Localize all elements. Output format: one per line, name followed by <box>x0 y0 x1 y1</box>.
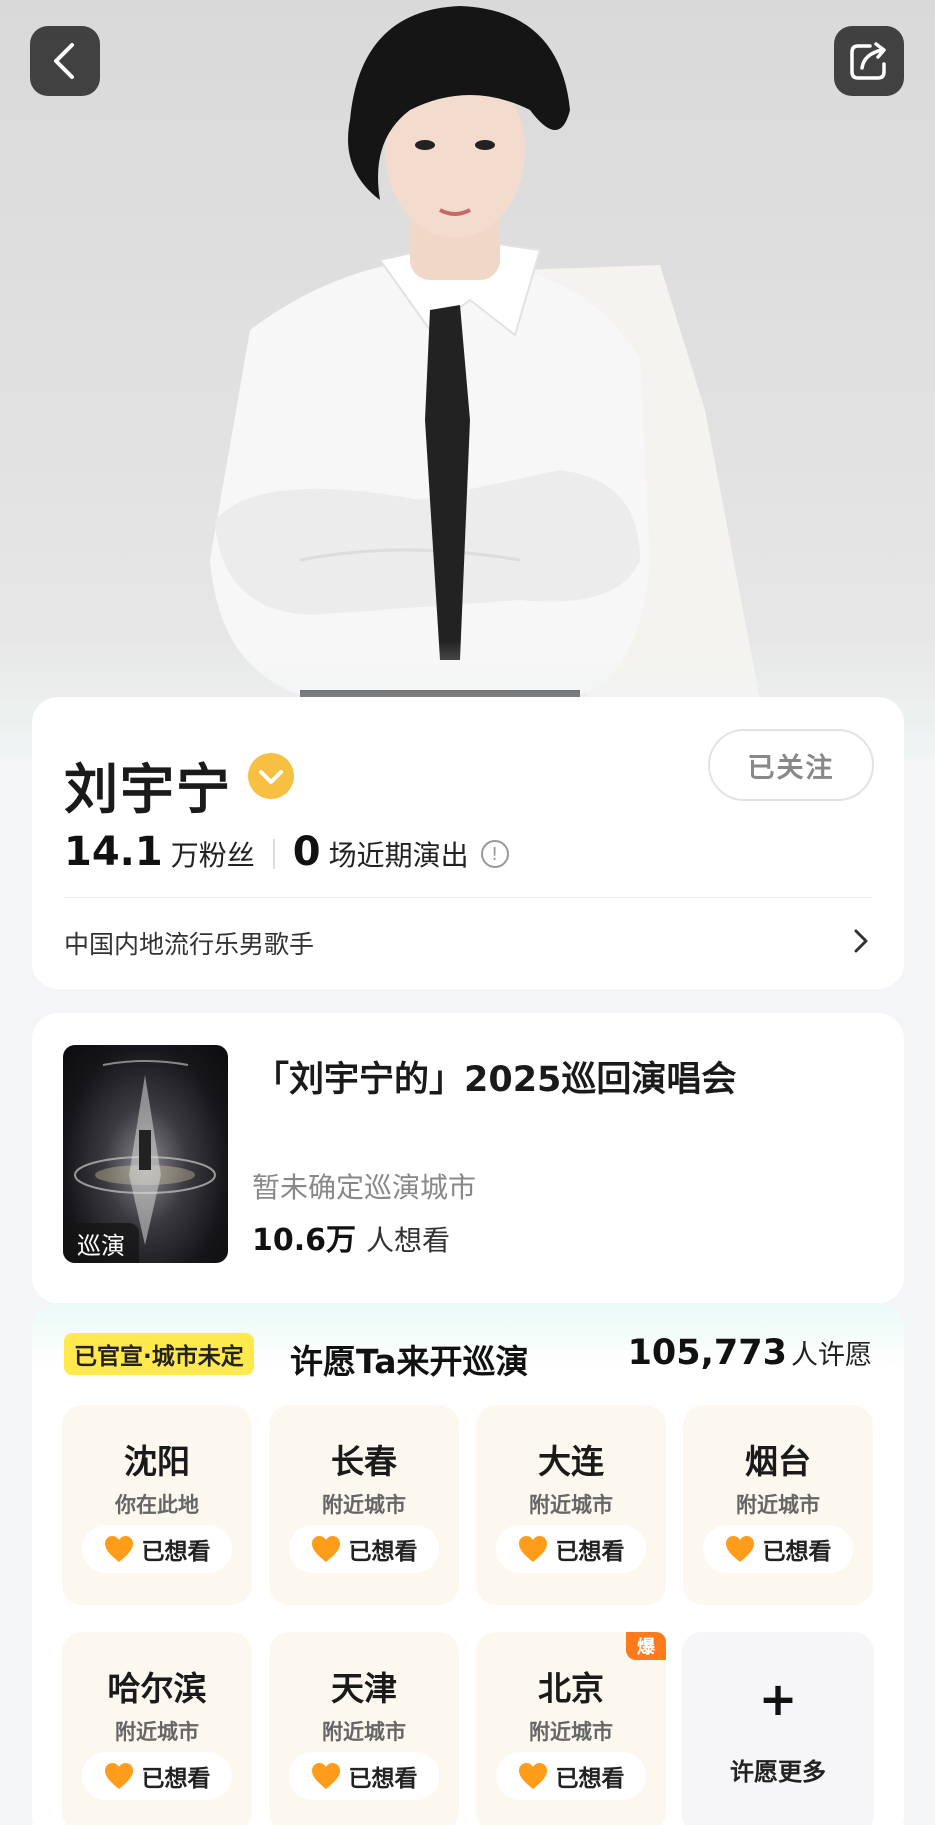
want-button[interactable]: 已想看 <box>496 1752 646 1800</box>
wish-count-number: 105,773 <box>627 1333 787 1373</box>
wish-card: 已官宣·城市未定 许愿Ta来开巡演 105,773 人许愿 沈阳 你在此地 已想… <box>32 1303 904 1825</box>
city-name: 大连 <box>538 1442 604 1481</box>
city-subtitle: 附近城市 <box>115 1720 199 1744</box>
want-label: 已想看 <box>348 1539 418 1565</box>
heart-icon <box>104 1536 133 1562</box>
want-button[interactable]: 已想看 <box>496 1525 646 1573</box>
verified-badge-icon <box>248 753 294 799</box>
wish-count-label: 人许愿 <box>791 1340 872 1371</box>
tour-card[interactable]: 巡演 「刘宇宁的」2025巡回演唱会 暂未确定巡演城市 10.6万 人想看 <box>32 1013 904 1303</box>
heart-icon <box>518 1763 547 1789</box>
back-button[interactable] <box>30 26 100 96</box>
share-button[interactable] <box>834 26 904 96</box>
wish-header: 已官宣·城市未定 许愿Ta来开巡演 105,773 人许愿 <box>64 1333 872 1381</box>
want-label: 已想看 <box>141 1539 211 1565</box>
city-name: 北京 <box>538 1669 604 1708</box>
heart-icon <box>311 1536 340 1562</box>
poster-tag: 巡演 <box>63 1223 139 1263</box>
artist-name: 刘宇宁 <box>64 758 232 821</box>
status-badge: 已官宣·城市未定 <box>64 1333 254 1375</box>
tour-city-status: 暂未确定巡演城市 <box>252 1171 477 1204</box>
tour-poster[interactable]: 巡演 <box>63 1045 228 1263</box>
city-subtitle: 附近城市 <box>322 1720 406 1744</box>
stat-divider <box>272 839 275 869</box>
share-icon <box>850 42 886 80</box>
shows-label: 场近期演出 <box>328 839 469 872</box>
city-subtitle: 附近城市 <box>529 1720 613 1744</box>
follow-button[interactable]: 已关注 <box>708 729 874 801</box>
wish-count: 105,773 人许愿 <box>628 1333 872 1373</box>
city-name: 烟台 <box>745 1442 811 1481</box>
city-name: 天津 <box>331 1669 397 1708</box>
heart-icon <box>311 1763 340 1789</box>
city-grid: 沈阳 你在此地 已想看 长春 附近城市 已想看 大连 附近城市 已想看 烟台 附… <box>62 1405 874 1825</box>
shows-count: 0 <box>292 829 321 875</box>
heart-icon <box>104 1763 133 1789</box>
heart-icon <box>725 1536 754 1562</box>
artist-genre[interactable]: 中国内地流行乐男歌手 <box>64 925 314 961</box>
city-subtitle: 你在此地 <box>115 1493 199 1517</box>
want-label: 已想看 <box>141 1766 211 1792</box>
heart-icon <box>518 1536 547 1562</box>
city-subtitle: 附近城市 <box>322 1493 406 1517</box>
chevron-right-icon[interactable] <box>852 927 870 962</box>
want-label: 已想看 <box>348 1766 418 1792</box>
want-button[interactable]: 已想看 <box>289 1525 439 1573</box>
city-card[interactable]: 哈尔滨 附近城市 已想看 <box>62 1632 252 1825</box>
city-subtitle: 附近城市 <box>529 1493 613 1517</box>
city-card[interactable]: 长春 附近城市 已想看 <box>269 1405 459 1605</box>
city-name: 长春 <box>331 1442 397 1481</box>
wish-more-label: 许愿更多 <box>730 1758 826 1786</box>
want-button[interactable]: 已想看 <box>289 1752 439 1800</box>
want-label: 已想看 <box>555 1766 625 1792</box>
wish-title: 许愿Ta来开巡演 <box>290 1342 529 1381</box>
city-card[interactable]: 天津 附近城市 已想看 <box>269 1632 459 1825</box>
city-card[interactable]: 烟台 附近城市 已想看 <box>683 1405 873 1605</box>
hot-badge: 爆 <box>626 1632 666 1660</box>
want-label: 已想看 <box>762 1539 832 1565</box>
city-name: 沈阳 <box>124 1442 190 1481</box>
plus-icon: + <box>758 1672 798 1726</box>
fans-count: 14.1 <box>64 829 163 875</box>
wish-more-button[interactable]: + 许愿更多 <box>682 1632 874 1825</box>
tour-wants: 10.6万 人想看 <box>252 1215 450 1259</box>
divider <box>64 897 872 898</box>
artist-hero-photo <box>0 0 935 760</box>
fans-label: 万粉丝 <box>170 839 255 872</box>
city-card[interactable]: 沈阳 你在此地 已想看 <box>62 1405 252 1605</box>
info-icon[interactable]: ! <box>480 840 509 868</box>
want-button[interactable]: 已想看 <box>82 1752 232 1800</box>
tour-wants-label: 人想看 <box>366 1224 451 1257</box>
want-button[interactable]: 已想看 <box>82 1525 232 1573</box>
artist-info-card: 刘宇宁 已关注 14.1 万粉丝 0 场近期演出 ! 中国内地流行乐男歌手 <box>32 697 904 989</box>
chevron-left-icon <box>54 43 74 79</box>
artist-stats: 14.1 万粉丝 0 场近期演出 ! <box>64 829 509 879</box>
checkmark-icon <box>259 770 283 784</box>
tour-title[interactable]: 「刘宇宁的」2025巡回演唱会 <box>254 1051 736 1102</box>
city-card[interactable]: 大连 附近城市 已想看 <box>476 1405 666 1605</box>
want-label: 已想看 <box>555 1539 625 1565</box>
city-name: 哈尔滨 <box>107 1669 207 1708</box>
city-card[interactable]: 爆 北京 附近城市 已想看 <box>476 1632 666 1825</box>
tour-wants-count: 10.6万 <box>252 1223 357 1258</box>
city-subtitle: 附近城市 <box>736 1493 820 1517</box>
want-button[interactable]: 已想看 <box>703 1525 853 1573</box>
